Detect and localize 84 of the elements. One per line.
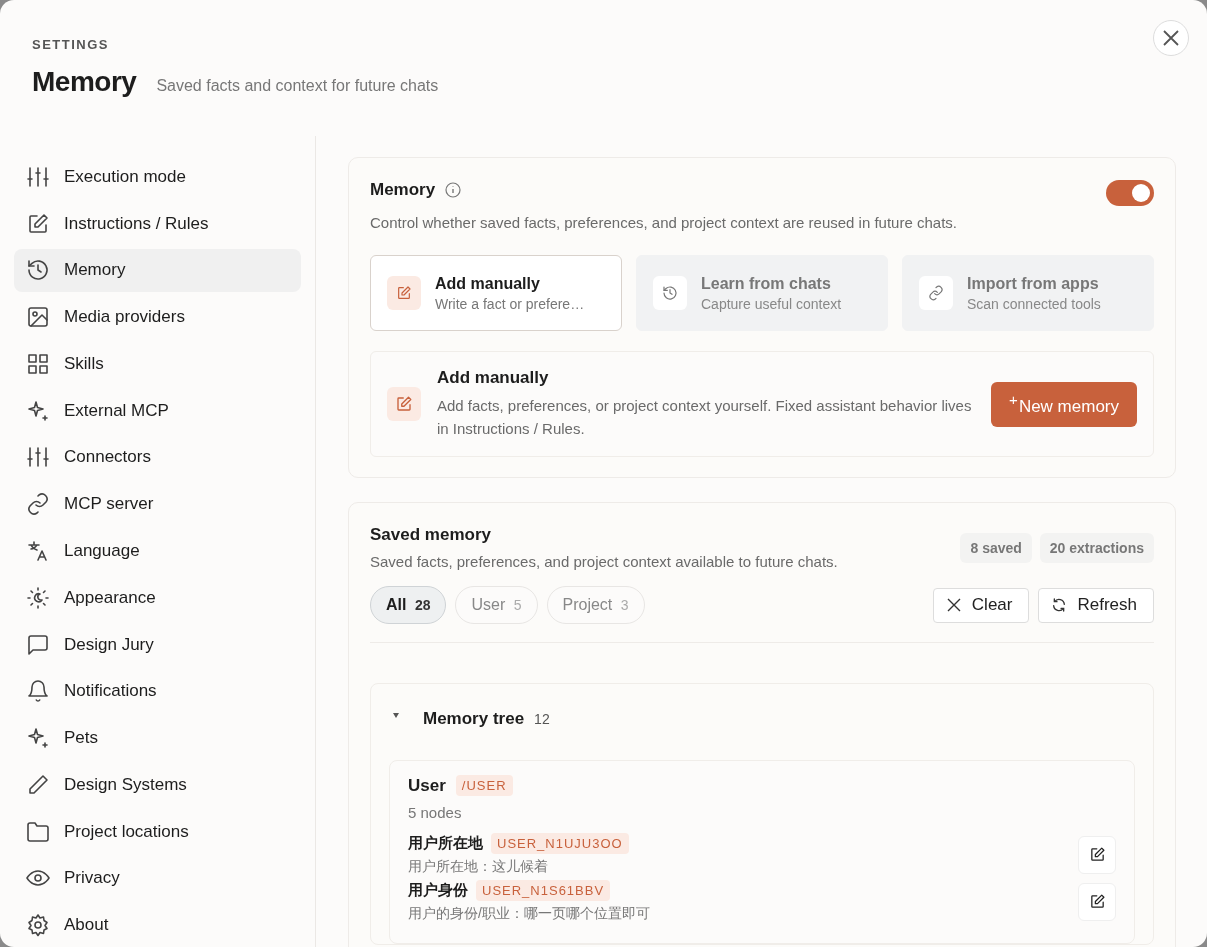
sliders-icon: [26, 445, 50, 470]
stat-badge: 8 saved: [960, 533, 1032, 563]
source-option[interactable]: Add manually Write a fact or prefere…: [370, 255, 622, 331]
filter-chip[interactable]: User 5: [455, 586, 538, 624]
page-subtitle: Saved facts and context for future chats: [156, 77, 439, 95]
edit-button[interactable]: [1078, 882, 1116, 921]
close-button[interactable]: [1153, 20, 1189, 56]
sidebar-item[interactable]: Design Systems: [14, 762, 301, 807]
node-count: 5 nodes: [408, 804, 463, 821]
pencil-icon: [26, 772, 50, 797]
source-title: Add manually: [435, 274, 541, 293]
sidebar-item[interactable]: Skills: [14, 342, 301, 386]
sidebar-item[interactable]: MCP server: [14, 482, 301, 527]
sidebar-item[interactable]: Instructions / Rules: [14, 201, 301, 246]
edit-icon: [1088, 846, 1106, 863]
group-name: User: [408, 775, 446, 796]
clear-button[interactable]: Clear: [932, 587, 1030, 623]
memory-title: 用户身份: [408, 881, 468, 900]
section-title: Memory: [370, 180, 436, 200]
bell-icon: [26, 679, 50, 704]
tree-count: 12: [534, 711, 550, 727]
memory-description: 用户的身份/职业：哪一页哪个位置即可: [408, 905, 650, 923]
tree-title: Memory tree: [423, 709, 525, 729]
sidebar-item[interactable]: Execution mode: [14, 155, 301, 199]
link-icon: [26, 492, 50, 517]
panel-description: Add facts, preferences, or project context yourself. Fixed assistant behavior lives in Instructions / Rules.: [437, 396, 973, 439]
source-subtitle: Scan connected tools: [967, 295, 1101, 312]
path-tag: /USER: [455, 775, 513, 796]
memory-id-tag: USER_N1UJU3OO: [491, 833, 629, 854]
section-description: Saved facts, preferences, and project context available to future chats.: [370, 553, 838, 570]
section-description: Control whether saved facts, preferences, and project context are reused in future chats.: [370, 214, 958, 231]
edit-icon: [1088, 893, 1106, 910]
sparkle-icon: [26, 398, 50, 423]
info-icon[interactable]: [445, 182, 462, 198]
sidebar-item[interactable]: External MCP: [14, 388, 301, 433]
sun-icon: [26, 585, 50, 610]
history-icon: [26, 258, 50, 283]
source-option[interactable]: Import from apps Scan connected tools: [902, 255, 1154, 331]
new-memory-button[interactable]: $^{+}$New memory: [991, 381, 1137, 427]
close-icon: [1162, 29, 1180, 47]
history-icon: [653, 276, 687, 310]
sliders-icon: [26, 164, 50, 189]
sidebar-item[interactable]: Project locations: [14, 809, 301, 854]
edit-button[interactable]: [1078, 835, 1116, 874]
image-icon: [26, 305, 50, 330]
source-title: Import from apps: [967, 274, 1100, 293]
refresh-button[interactable]: Refresh: [1038, 587, 1154, 623]
memory-title: 用户所在地: [408, 834, 483, 853]
source-title: Learn from chats: [701, 274, 832, 293]
settings-eyebrow: SETTINGS: [32, 37, 110, 52]
sidebar-item[interactable]: Privacy: [14, 856, 301, 901]
sidebar-item[interactable]: Notifications: [14, 669, 301, 714]
sidebar-item[interactable]: Media providers: [14, 295, 301, 340]
grid-icon: [26, 351, 50, 376]
edit-icon: [387, 387, 421, 421]
source-subtitle: Write a fact or prefere…: [435, 295, 585, 312]
close-icon: [945, 597, 962, 613]
caret-icon[interactable]: [393, 712, 399, 718]
sidebar-item[interactable]: Memory: [14, 248, 301, 293]
filter-chip[interactable]: All 28: [370, 586, 447, 624]
chat-icon: [26, 632, 50, 657]
translate-icon: [26, 539, 50, 563]
sidebar-item[interactable]: Appearance: [14, 575, 301, 620]
link-icon: [919, 276, 953, 310]
source-option[interactable]: Learn from chats Capture useful context: [636, 255, 888, 331]
stat-badge: 20 extractions: [1039, 533, 1154, 563]
memory-toggle[interactable]: [1106, 180, 1154, 206]
memory-id-tag: USER_N1S61BBV: [476, 880, 611, 901]
section-title: Saved memory: [370, 525, 492, 545]
settings-icon: [26, 913, 50, 938]
source-subtitle: Capture useful context: [701, 295, 842, 312]
sidebar-item[interactable]: About: [14, 903, 301, 947]
folder-icon: [26, 819, 50, 844]
edit-icon: [387, 276, 421, 310]
memory-description: 用户所在地：这儿候着: [408, 858, 549, 876]
sidebar-item[interactable]: Language: [14, 529, 301, 573]
edit-icon: [26, 211, 50, 236]
sparkle-icon: [26, 726, 50, 751]
sidebar-item[interactable]: Connectors: [14, 435, 301, 480]
refresh-icon: [1051, 597, 1068, 613]
page-title: Memory: [32, 66, 137, 98]
panel-title: Add manually: [437, 368, 550, 388]
sidebar-item[interactable]: Design Jury: [14, 622, 301, 667]
sidebar-item[interactable]: Pets: [14, 716, 301, 760]
